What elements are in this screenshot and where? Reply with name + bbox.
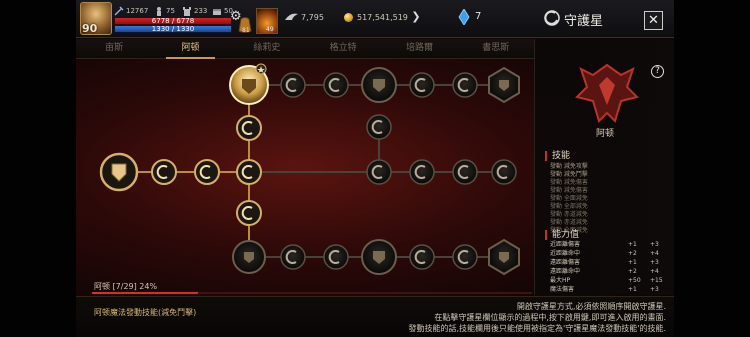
guardian-star-icon xyxy=(544,10,560,26)
mp-text: 1330 / 1330 xyxy=(151,25,195,33)
skill-node[interactable] xyxy=(323,244,349,270)
activated-skill-node[interactable] xyxy=(236,115,262,141)
power-value: 12767 xyxy=(126,7,149,15)
tab-4[interactable]: 格立特 xyxy=(305,39,381,58)
info-line: 在點擊守護星欄位顯示的過程中,按下啟用鍵,即可進入啟用的畫面. xyxy=(434,313,666,322)
progress-bar xyxy=(92,292,532,294)
skill-node[interactable] xyxy=(366,114,392,140)
castle-icon xyxy=(183,7,191,16)
gem-currency-value: 7 xyxy=(475,11,482,22)
mp-bar: 1330 / 1330 xyxy=(114,25,232,33)
crest-node[interactable] xyxy=(361,67,397,103)
power-stat: 12767 xyxy=(114,6,148,16)
bottom-info-bar: 阿顿魔法發動技能(減免鬥擊) 開啟守護星方式,必須依照順序開啟守護星. 在點擊守… xyxy=(76,296,674,337)
person-icon xyxy=(157,7,161,16)
skill-tree xyxy=(76,60,534,288)
skill-node[interactable] xyxy=(409,159,435,185)
skill-tree-canvas xyxy=(99,63,520,276)
close-button[interactable]: ✕ xyxy=(644,11,663,30)
activated-skill-node[interactable] xyxy=(151,159,177,185)
skill-node[interactable] xyxy=(452,72,478,98)
tab-3[interactable]: 絲莉史 xyxy=(229,39,305,58)
skill-node[interactable] xyxy=(452,159,478,185)
activated-skill-node[interactable] xyxy=(236,159,262,185)
letterbox-right xyxy=(674,0,750,337)
help-button[interactable]: ? xyxy=(651,65,664,78)
player-level: 90 xyxy=(82,22,98,35)
info-line: 發動技能的話,技能欄用後只能使用被指定為'守護星魔法發動技能'的技能. xyxy=(408,324,666,333)
skill-node[interactable] xyxy=(366,159,392,185)
activated-skill-node[interactable] xyxy=(236,200,262,226)
selected-crest-node[interactable] xyxy=(229,63,269,105)
chevron-right-icon[interactable]: ❯ xyxy=(409,10,423,24)
bag-count: 81 xyxy=(242,27,250,34)
hex-crest-node[interactable] xyxy=(488,238,520,276)
skill-node[interactable] xyxy=(409,244,435,270)
info-line: 開啟守護星方式,必須依照順序開啟守護星. xyxy=(516,302,666,311)
gold-currency-value: 517,541,519 xyxy=(357,13,408,22)
stat-b-value: 233 xyxy=(194,7,208,15)
tab-2[interactable]: 阿顿 xyxy=(152,39,228,59)
crest-node[interactable] xyxy=(361,239,397,275)
skill-item[interactable]: 發動 全部減免 xyxy=(550,203,588,210)
guardian-crest-emblem xyxy=(575,63,639,123)
hp-bar: 6778 / 6778 xyxy=(114,17,232,25)
skill-item[interactable]: 發動 減免傷害 xyxy=(550,179,588,186)
progress-label: 阿顿 [7/29] 24% xyxy=(94,282,158,291)
skill-node[interactable] xyxy=(323,72,349,98)
top-bar: 90 12767 75 233 50 6778 / 6778 1330 / 13… xyxy=(76,0,674,38)
hex-crest-node[interactable] xyxy=(488,66,520,104)
detail-panel: ? 阿顿 技能 發動 減免攻擊 發動 減免鬥擊 發動 減免傷害 發動 減免傷害 … xyxy=(534,39,674,295)
start-crest-node[interactable] xyxy=(99,152,139,192)
tab-6[interactable]: 書思斯 xyxy=(458,39,534,58)
stat-a-value: 75 xyxy=(166,7,175,15)
skill-node[interactable] xyxy=(491,159,517,185)
activated-nodes[interactable] xyxy=(151,115,262,226)
activated-skill-node[interactable] xyxy=(194,159,220,185)
active-skill-text: 阿顿魔法發動技能(減免鬥擊) xyxy=(94,308,197,317)
page-title: 守護星 xyxy=(564,14,604,29)
tab-5[interactable]: 培路爾 xyxy=(381,39,457,58)
skill-node[interactable] xyxy=(409,72,435,98)
hp-text: 6778 / 6778 xyxy=(151,17,195,25)
tab-bar: 亩斯 阿顿 絲莉史 格立特 培路爾 書思斯 xyxy=(76,39,534,59)
sword-icon xyxy=(114,6,124,16)
crest-name: 阿顿 xyxy=(595,129,614,139)
skill-node[interactable] xyxy=(452,244,478,270)
skill-item[interactable]: 發動 減免傷害 xyxy=(550,187,588,194)
skill-item[interactable]: 發動 減免攻擊 xyxy=(550,163,588,170)
skill-item[interactable]: 發動 赤道減免 xyxy=(550,211,588,218)
skill-item[interactable]: 發動 減免鬥擊 xyxy=(550,171,588,178)
chest-icon xyxy=(213,9,221,15)
game-screen: 90 12767 75 233 50 6778 / 6778 1330 / 13… xyxy=(0,0,750,337)
tab-1[interactable]: 亩斯 xyxy=(76,39,152,58)
crest-node[interactable] xyxy=(232,240,266,274)
stat-b: 233 xyxy=(182,6,207,16)
gold-coin-icon xyxy=(344,13,353,22)
torch-count: 49 xyxy=(266,26,274,33)
skills-section-title: 技能 xyxy=(545,151,570,161)
skill-node[interactable] xyxy=(280,72,306,98)
wing-icon xyxy=(285,13,298,20)
blue-gem-icon xyxy=(458,9,470,25)
skill-item[interactable]: 發動 全面減免 xyxy=(550,195,588,202)
skill-node[interactable] xyxy=(280,244,306,270)
wing-currency-value: 7,795 xyxy=(301,13,324,22)
skill-item[interactable]: 發動 赤道減免 xyxy=(550,219,588,226)
progress-fill xyxy=(92,292,198,294)
letterbox-left xyxy=(0,0,76,337)
stat-a: 75 xyxy=(154,6,175,16)
abilities-section-title: 能力值 xyxy=(545,230,579,240)
